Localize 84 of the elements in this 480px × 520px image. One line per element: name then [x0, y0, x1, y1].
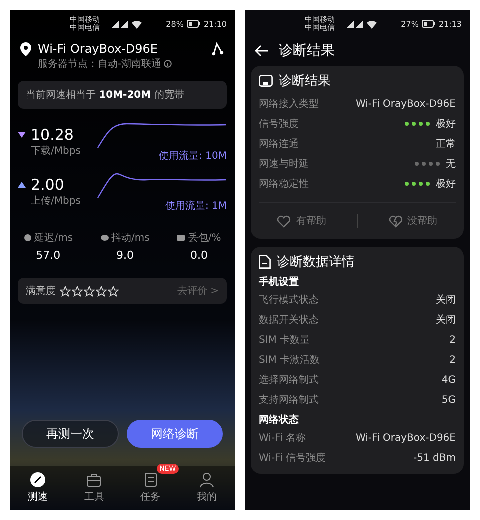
retest-button[interactable]: 再测一次 [22, 420, 118, 448]
stat-label: 延迟/ms [34, 232, 74, 245]
row-label: SIM 卡激活数 [259, 354, 320, 367]
battery-icon [186, 20, 201, 28]
speed-unit: 下载/Mbps [31, 144, 82, 158]
monitor-icon [259, 74, 273, 88]
card-title: 诊断结果 [279, 73, 331, 90]
row-label: 网速与时延 [259, 158, 309, 171]
row-value: Wi-Fi OrayBox-D96E [356, 432, 456, 444]
row-value: 5G [442, 394, 456, 406]
speed-unit: 上传/Mbps [31, 194, 82, 208]
stat-label: 丢包/% [188, 232, 222, 245]
row-label: 信号强度 [259, 118, 299, 131]
row-label: 网络稳定性 [259, 178, 309, 191]
tab[interactable]: 工具 [78, 472, 110, 504]
route-icon[interactable] [211, 42, 225, 56]
card-title: 诊断数据详情 [277, 254, 355, 271]
row-label: 支持网络制式 [259, 394, 319, 407]
signal-icon [346, 20, 364, 28]
row-value: Wi-Fi OrayBox-D96E [356, 98, 456, 110]
row-value: 正常 [436, 138, 456, 151]
stat-label: 抖动/ms [112, 232, 150, 245]
speed-value: 10.28 [31, 126, 74, 144]
diagnose-button[interactable]: 网络诊断 [126, 420, 223, 448]
heart-icon [277, 214, 292, 228]
row-value: 无 [446, 158, 456, 171]
speed-value: 2.00 [31, 176, 64, 194]
row-value: 2 [450, 334, 456, 346]
clock-time: 21:13 [438, 20, 462, 28]
page-title: 诊断结果 [279, 42, 335, 60]
tab[interactable]: 任务 [134, 472, 167, 504]
location-pin-icon [20, 42, 32, 57]
data-usage-text: 使用流量: 10M [159, 150, 227, 163]
info-icon [164, 60, 172, 68]
data-usage-text: 使用流量: 1M [165, 200, 227, 213]
broken-heart-icon [388, 214, 403, 228]
stat-value: 57.0 [36, 249, 61, 262]
wifi-icon [132, 20, 142, 28]
battery-percent: 27% [401, 20, 419, 28]
row-value: 关闭 [436, 314, 456, 327]
list-icon [142, 472, 159, 488]
star-icon[interactable] [60, 286, 71, 296]
section-heading: 网络状态 [259, 414, 300, 427]
star-icon[interactable] [72, 286, 83, 296]
row-label: Wi-Fi 名称 [259, 432, 306, 445]
up-triangle-icon [18, 182, 26, 188]
row-label: 网络接入类型 [259, 98, 319, 111]
wifi-icon [367, 20, 377, 28]
row-label: 网络连通 [259, 138, 299, 151]
battery-percent: 28% [166, 20, 184, 28]
not-helpful-button[interactable]: 没帮助 [382, 213, 444, 229]
briefcase-icon [86, 472, 102, 488]
row-label: 数据开关状态 [259, 314, 319, 327]
clock-time: 21:10 [204, 20, 227, 28]
compass-icon [30, 472, 46, 488]
row-value: -51 dBm [414, 452, 456, 464]
battery-icon [422, 20, 436, 28]
tab[interactable]: 测速 [22, 472, 54, 504]
star-icon[interactable] [108, 286, 119, 296]
row-value: 极好 [436, 178, 456, 191]
down-triangle-icon [18, 132, 26, 138]
star-icon[interactable] [84, 286, 95, 296]
document-icon [259, 255, 271, 269]
rating-label: 满意度 [26, 284, 56, 298]
signal-icon [111, 20, 129, 28]
network-name: Wi-Fi OrayBox-D96E [38, 42, 160, 56]
speed-banner: 当前网速相当于 10M-20M 的宽带 [18, 81, 227, 109]
row-label: Wi-Fi 信号强度 [259, 452, 326, 465]
section-heading: 手机设置 [259, 276, 300, 289]
stat-value: 0.0 [190, 249, 208, 262]
row-label: 飞行模式状态 [259, 294, 319, 307]
row-label: 选择网络制式 [259, 374, 319, 387]
server-node-text: 服务器节点：自动-湖南联通 [38, 58, 162, 71]
row-value: 关闭 [436, 294, 456, 307]
star-icon[interactable] [96, 286, 107, 296]
row-value: 2 [450, 354, 456, 366]
stat-value: 9.0 [116, 249, 134, 262]
back-arrow-icon[interactable] [255, 45, 269, 57]
row-label: SIM 卡数量 [259, 334, 310, 347]
helpful-button[interactable]: 有帮助 [271, 213, 332, 229]
tab[interactable]: 我的 [190, 472, 223, 504]
person-icon [198, 472, 215, 488]
row-value: 4G [442, 374, 456, 386]
row-value: 极好 [436, 118, 456, 131]
